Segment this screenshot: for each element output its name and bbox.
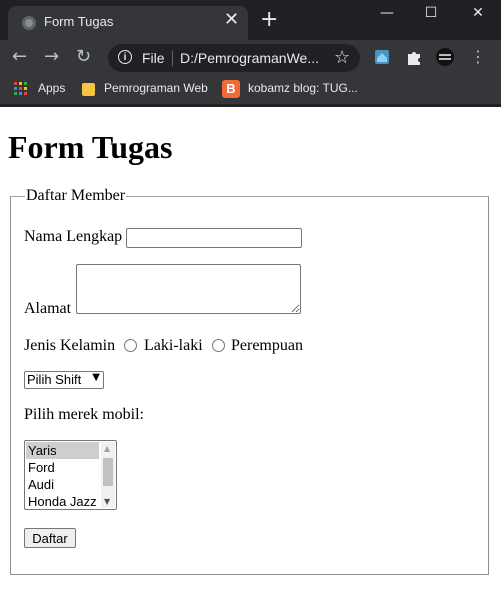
globe-icon	[22, 16, 36, 30]
shift-select[interactable]: Pilih Shift ▼	[24, 371, 104, 389]
tab-form-tugas[interactable]: Form Tugas ✕	[8, 6, 248, 40]
car-option[interactable]: Honda Jazz	[26, 493, 99, 509]
bookmarks-bar: Apps Pemrograman Web kobamz blog: TUG...	[0, 76, 501, 104]
url-separator	[172, 50, 173, 66]
close-window-button[interactable]: ✕	[455, 0, 501, 28]
name-label: Nama Lengkap	[24, 228, 123, 245]
blogger-icon: B	[222, 80, 240, 98]
forward-icon[interactable]: →	[44, 48, 59, 66]
scroll-down-icon[interactable]: ▼	[104, 497, 110, 506]
url-text[interactable]: D:/PemrogramanWe...	[180, 50, 319, 66]
puzzle-icon[interactable]	[405, 48, 423, 66]
submit-button[interactable]: Daftar	[24, 528, 76, 548]
new-tab-button[interactable]: +	[260, 9, 278, 31]
maximize-button[interactable]: ☐	[408, 0, 454, 28]
profile-icon[interactable]	[436, 48, 454, 66]
address-label: Alamat	[24, 300, 72, 317]
info-icon[interactable]: i	[118, 50, 132, 64]
tab-close-icon[interactable]: ✕	[224, 11, 239, 29]
home-extension-icon[interactable]	[373, 48, 391, 66]
fieldset-legend: Daftar Member	[25, 187, 127, 205]
address-bar[interactable]: i File D:/PemrogramanWe... ☆	[108, 44, 360, 72]
gender-female-label: Perempuan	[231, 337, 303, 354]
page-title: Form Tugas	[8, 129, 173, 165]
address-textarea[interactable]	[76, 264, 301, 314]
car-label: Pilih merek mobil:	[24, 406, 144, 423]
car-option[interactable]: Audi	[26, 476, 99, 493]
gender-male-label: Laki-laki	[144, 337, 203, 354]
url-scheme: File	[142, 50, 165, 66]
folder-icon	[82, 83, 95, 96]
name-input[interactable]	[126, 228, 302, 248]
browser-toolbar: ← → ↻ i File D:/PemrogramanWe... ☆ ⋮	[0, 40, 501, 76]
scroll-up-icon[interactable]: ▲	[104, 444, 110, 453]
tab-title: Form Tugas	[44, 14, 114, 29]
gender-female-radio[interactable]	[212, 339, 225, 352]
car-option[interactable]: Ford	[26, 459, 99, 476]
minimize-button[interactable]: —	[364, 0, 410, 28]
apps-grid-icon[interactable]	[14, 82, 28, 96]
page-content: Form Tugas Daftar Member Nama Lengkap Al…	[0, 107, 501, 594]
menu-icon[interactable]: ⋮	[470, 48, 486, 66]
star-icon[interactable]: ☆	[334, 47, 350, 68]
car-option[interactable]: Yaris	[26, 442, 99, 459]
chevron-down-icon: ▼	[92, 372, 100, 383]
reload-icon[interactable]: ↻	[76, 48, 91, 66]
bookmark-folder[interactable]: Pemrograman Web	[104, 81, 208, 95]
car-listbox[interactable]: Yaris Ford Audi Honda Jazz ▲ ▼	[24, 440, 117, 510]
title-bar: Form Tugas ✕ + — ☐ ✕	[0, 0, 501, 40]
scroll-thumb[interactable]	[103, 458, 113, 486]
shift-select-value: Pilih Shift	[27, 372, 82, 387]
bookmark-apps[interactable]: Apps	[38, 81, 65, 95]
listbox-scrollbar[interactable]: ▲ ▼	[101, 442, 115, 508]
bookmark-blog[interactable]: kobamz blog: TUG...	[248, 81, 358, 95]
gender-label: Jenis Kelamin	[24, 337, 116, 354]
back-icon[interactable]: ←	[12, 48, 27, 66]
gender-male-radio[interactable]	[124, 339, 137, 352]
